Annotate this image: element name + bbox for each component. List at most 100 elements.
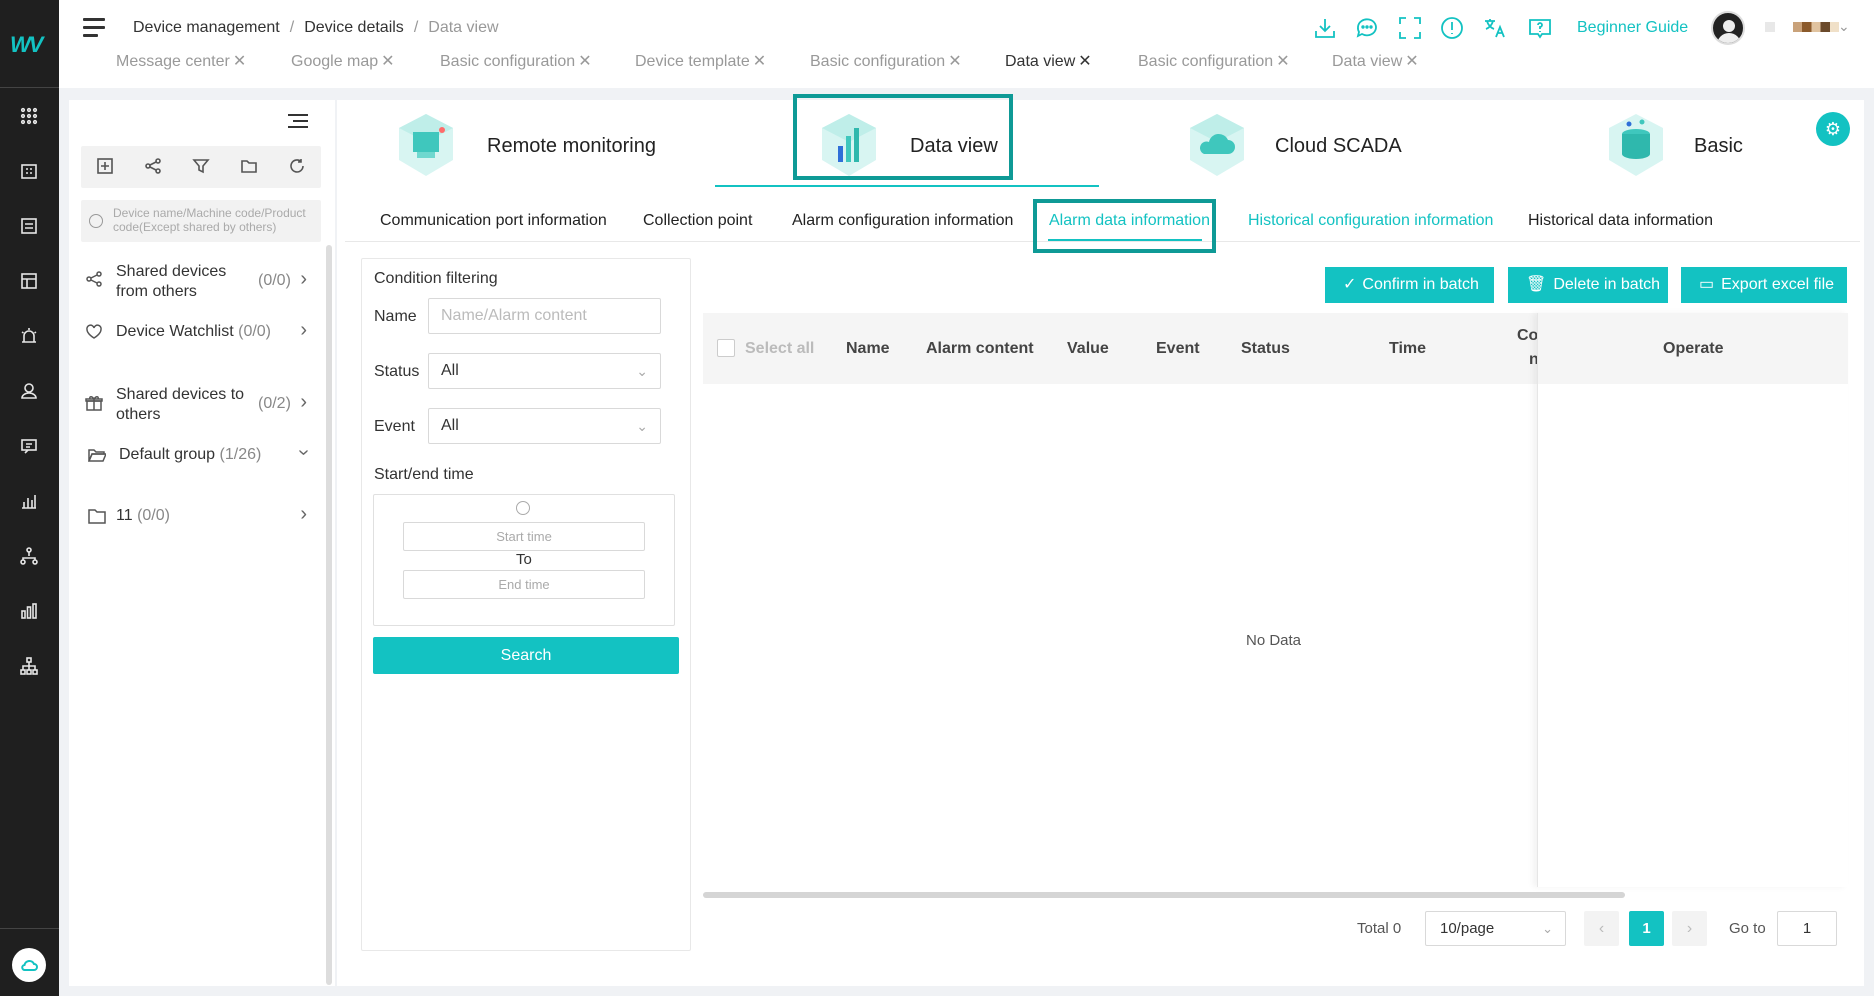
- sub-tab-indicator: [1048, 239, 1202, 241]
- basic-icon: [1609, 114, 1663, 176]
- close-icon[interactable]: ✕: [1276, 53, 1289, 70]
- close-icon[interactable]: ✕: [1405, 53, 1418, 70]
- chevron-right-icon[interactable]: ›: [300, 391, 307, 414]
- tab-collection-point[interactable]: Collection point: [643, 212, 752, 230]
- collapse-sidebar-icon[interactable]: [288, 114, 308, 130]
- user-icon[interactable]: [17, 379, 41, 403]
- sidebar-toolbar: [81, 146, 321, 188]
- info-icon[interactable]: [1439, 15, 1467, 43]
- highlight-box-module-tab: [793, 94, 1013, 180]
- breadcrumb-item[interactable]: Device details: [304, 19, 404, 36]
- page-tab[interactable]: Message center ✕: [116, 51, 246, 71]
- building-icon[interactable]: [17, 159, 41, 183]
- translate-icon[interactable]: [1482, 15, 1510, 43]
- event-label: Event: [374, 418, 415, 435]
- confirm-batch-button[interactable]: ✓ Confirm in batch: [1325, 267, 1494, 303]
- tab-communication-port[interactable]: Communication port information: [380, 212, 607, 230]
- share-icon: [85, 270, 105, 290]
- delete-batch-button[interactable]: 🗑 Delete in batch: [1508, 267, 1668, 303]
- grid-icon[interactable]: [17, 104, 41, 128]
- close-icon[interactable]: ✕: [578, 53, 591, 70]
- bar-chart-icon[interactable]: [17, 599, 41, 623]
- close-icon[interactable]: ✕: [1078, 53, 1091, 70]
- end-time-input[interactable]: End time: [403, 570, 645, 599]
- table-horizontal-scrollbar[interactable]: [703, 892, 1625, 898]
- page-tab[interactable]: Data view ✕: [1332, 51, 1419, 71]
- remote-monitoring-icon: [399, 114, 453, 176]
- page-tab[interactable]: Basic configuration ✕: [1138, 51, 1290, 71]
- cloud-scada-icon: [1190, 114, 1244, 176]
- help-icon[interactable]: [1527, 15, 1555, 43]
- group-item-watchlist[interactable]: Device Watchlist (0/0) ›: [85, 319, 315, 346]
- page-tab[interactable]: Google map ✕: [291, 51, 395, 71]
- prev-page-button[interactable]: ‹: [1584, 911, 1619, 946]
- gift-icon: [85, 394, 105, 414]
- folder-icon[interactable]: [240, 157, 260, 177]
- page-tab[interactable]: Device template ✕: [635, 51, 766, 71]
- device-search-input[interactable]: Device name/Machine code/Product code(Ex…: [81, 200, 321, 242]
- network-icon[interactable]: [17, 544, 41, 568]
- menu-toggle-icon[interactable]: [83, 18, 105, 38]
- folder-icon: ▭: [1699, 276, 1715, 293]
- layout-icon[interactable]: [17, 269, 41, 293]
- close-icon[interactable]: ✕: [233, 53, 246, 70]
- alarm-icon[interactable]: [17, 324, 41, 348]
- search-button[interactable]: Search: [373, 637, 679, 674]
- chevron-right-icon[interactable]: ›: [300, 503, 307, 526]
- refresh-icon[interactable]: [288, 157, 308, 177]
- page-tab[interactable]: Basic configuration ✕: [440, 51, 592, 71]
- status-select[interactable]: All ⌄: [428, 353, 661, 389]
- close-icon[interactable]: ✕: [753, 53, 766, 70]
- add-icon[interactable]: [96, 157, 116, 177]
- sidebar-scrollbar[interactable]: [326, 245, 332, 985]
- column-header-event: Event: [1156, 340, 1200, 357]
- chat-icon[interactable]: [1354, 15, 1382, 43]
- export-excel-button[interactable]: ▭ Export excel file: [1681, 267, 1847, 303]
- goto-page-input[interactable]: 1: [1777, 911, 1837, 946]
- chevron-right-icon[interactable]: ›: [300, 268, 307, 291]
- event-select[interactable]: All ⌄: [428, 408, 661, 444]
- beginner-guide-link[interactable]: Beginner Guide: [1577, 19, 1688, 37]
- check-icon: ✓: [1343, 276, 1357, 293]
- tab-alarm-configuration[interactable]: Alarm configuration information: [792, 212, 1013, 230]
- chevron-down-icon: ⌄: [636, 363, 648, 379]
- page-size-select[interactable]: 10/page ⌄: [1425, 911, 1566, 946]
- page-tab[interactable]: Basic configuration ✕: [810, 51, 962, 71]
- tab-historical-data[interactable]: Historical data information: [1528, 212, 1713, 230]
- filter-icon[interactable]: [192, 157, 212, 177]
- column-header-value: Value: [1067, 340, 1109, 357]
- gear-icon[interactable]: ⚙: [1816, 112, 1850, 146]
- cloud-icon[interactable]: [12, 948, 46, 982]
- page-tab-active[interactable]: Data view ✕: [1005, 51, 1092, 71]
- column-header-time: Time: [1389, 340, 1427, 357]
- tab-historical-configuration[interactable]: Historical configuration information: [1248, 212, 1493, 230]
- breadcrumb-item[interactable]: Device management: [133, 19, 280, 36]
- group-item-shared-to-others[interactable]: Shared devices to others (0/2) ›: [85, 385, 315, 427]
- start-time-input[interactable]: Start time: [403, 522, 645, 551]
- avatar[interactable]: [1711, 11, 1745, 45]
- close-icon[interactable]: ✕: [948, 53, 961, 70]
- close-icon[interactable]: ✕: [381, 53, 394, 70]
- group-item-default[interactable]: Default group (1/26) ›: [85, 445, 315, 469]
- name-input[interactable]: Name/Alarm content: [428, 298, 661, 334]
- app-logo[interactable]: WV: [10, 32, 50, 58]
- fullscreen-icon[interactable]: [1397, 15, 1425, 43]
- module-tab-cloud-scada[interactable]: Cloud SCADA: [1186, 102, 1416, 184]
- download-icon[interactable]: [1312, 15, 1340, 43]
- current-page-button[interactable]: 1: [1629, 911, 1664, 946]
- module-tab-remote-monitoring[interactable]: Remote monitoring: [395, 102, 675, 184]
- chevron-down-icon[interactable]: ⌄: [1838, 18, 1850, 35]
- list-icon[interactable]: [17, 214, 41, 238]
- username-redacted[interactable]: [1793, 22, 1839, 32]
- group-item-11[interactable]: 11 (0/0) ›: [85, 503, 315, 530]
- chevron-down-icon[interactable]: ›: [292, 449, 315, 456]
- module-tab-basic[interactable]: Basic: [1605, 102, 1765, 184]
- chevron-right-icon[interactable]: ›: [300, 319, 307, 342]
- message-icon[interactable]: [17, 434, 41, 458]
- share-icon[interactable]: [144, 157, 164, 177]
- chart-icon[interactable]: [17, 489, 41, 513]
- select-all-checkbox[interactable]: [717, 339, 735, 357]
- org-tree-icon[interactable]: [17, 654, 41, 678]
- group-item-shared-from-others[interactable]: Shared devices from others (0/0) ›: [85, 262, 315, 304]
- next-page-button[interactable]: ›: [1672, 911, 1707, 946]
